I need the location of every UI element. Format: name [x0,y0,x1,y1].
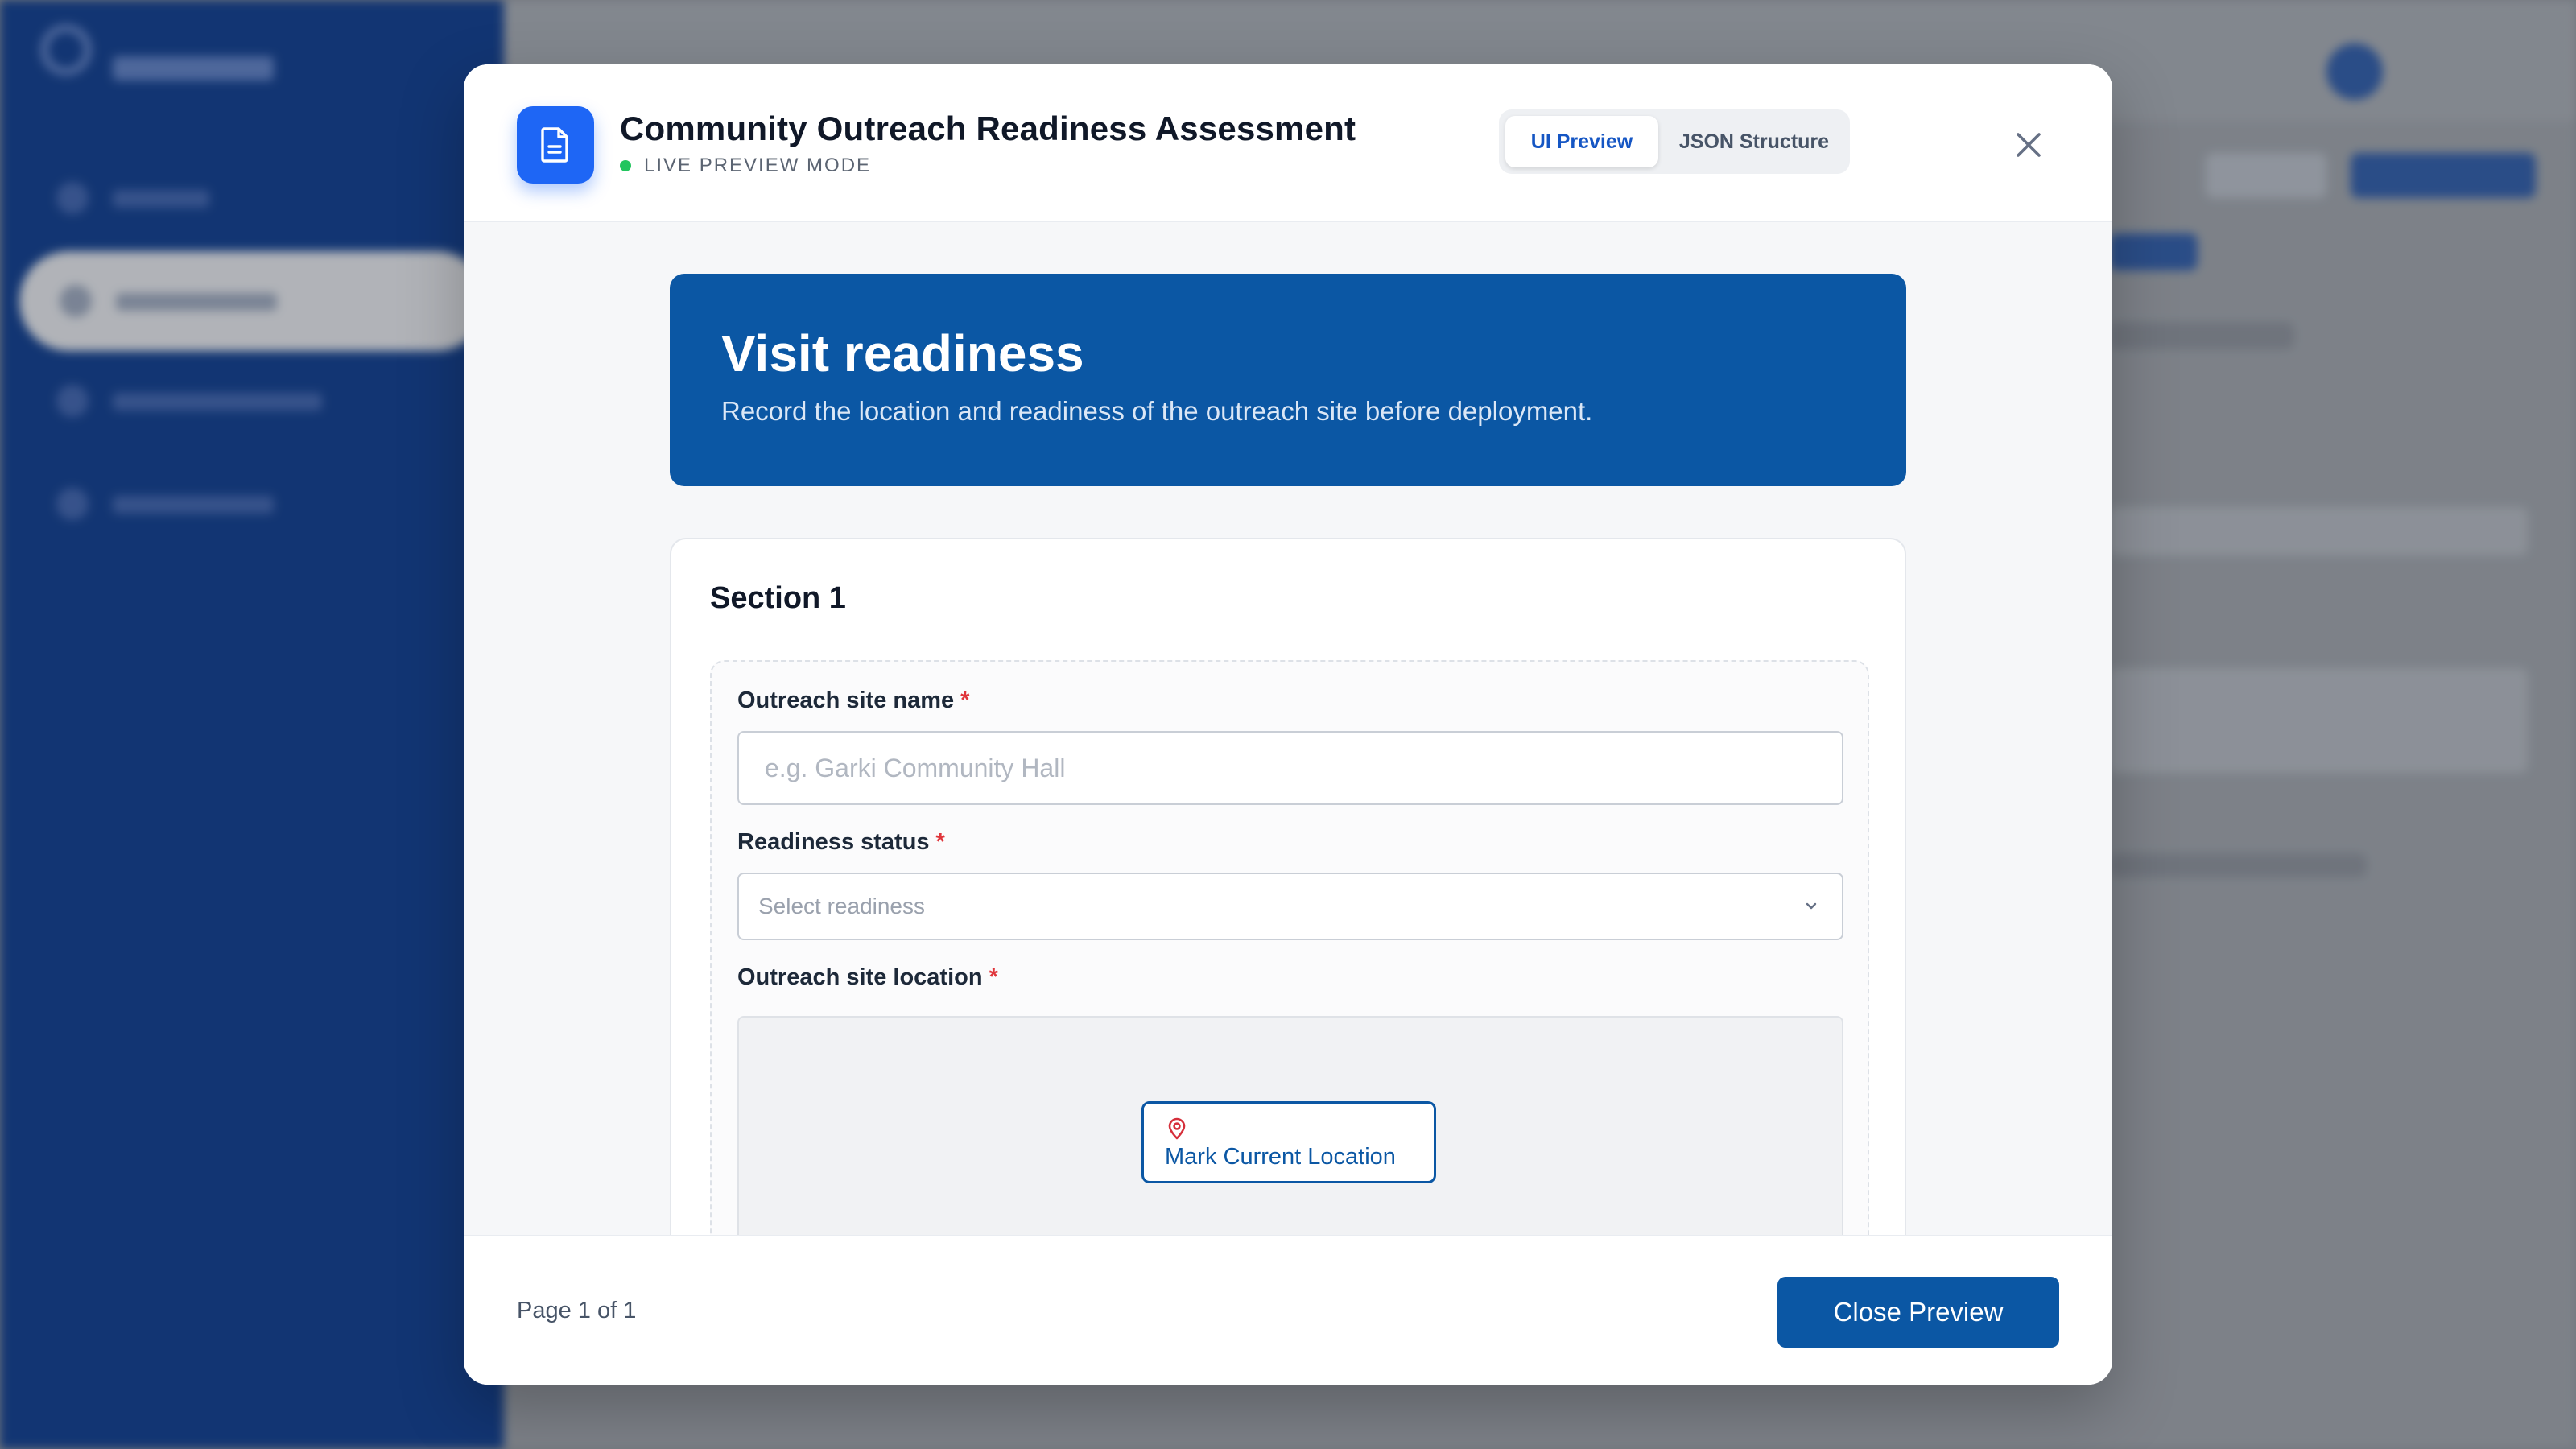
close-icon[interactable] [2006,122,2051,167]
page-indicator: Page 1 of 1 [517,1298,637,1323]
required-marker: * [935,829,945,855]
modal-footer: Page 1 of 1 Close Preview [464,1235,2112,1385]
section-title: Section 1 [710,581,846,615]
required-marker: * [989,964,998,990]
modal-title: Community Outreach Readiness Assessment [620,109,1356,147]
preview-mode-indicator: LIVE PREVIEW MODE [620,155,871,177]
form-heading: Visit readiness [721,324,1084,382]
document-icon [517,106,594,184]
site-location-label: Outreach site location * [737,964,998,991]
field-group: Outreach site name* Readiness status* Se… [710,660,1869,1235]
section-card: Section 1 Outreach site name* Readiness … [670,538,1906,1235]
site-location-label-text: Outreach site location [737,964,983,990]
required-marker: * [960,687,970,713]
readiness-status-value: Select readiness [758,894,926,919]
close-preview-button[interactable]: Close Preview [1777,1277,2059,1348]
site-name-input[interactable] [737,731,1843,805]
preview-modal: Community Outreach Readiness Assessment … [464,64,2112,1385]
readiness-status-label-text: Readiness status [737,829,930,855]
tab-json-structure[interactable]: JSON Structure [1665,116,1843,167]
form-description: Record the location and readiness of the… [721,396,1593,426]
preview-mode-label: LIVE PREVIEW MODE [644,155,872,176]
mark-location-button[interactable]: Mark Current Location [1141,1101,1436,1183]
mark-location-label: Mark Current Location [1165,1144,1396,1170]
location-map-area: Mark Current Location [737,1016,1843,1235]
chevron-down-icon [1806,902,1817,910]
site-name-label: Outreach site name * [737,687,969,714]
site-name-label-text: Outreach site name [737,687,955,713]
live-dot-icon [620,160,631,171]
modal-body[interactable]: Visit readiness Record the location and … [464,222,2112,1235]
readiness-status-select[interactable]: Select readiness [737,873,1843,940]
form-banner: Visit readiness Record the location and … [670,274,1906,486]
view-toggle: UI Preview JSON Structure [1499,109,1850,174]
map-pin-icon [1168,1117,1186,1140]
readiness-status-label: Readiness status * [737,829,945,856]
modal-header: Community Outreach Readiness Assessment … [464,64,2112,222]
tab-ui-preview[interactable]: UI Preview [1505,116,1658,167]
